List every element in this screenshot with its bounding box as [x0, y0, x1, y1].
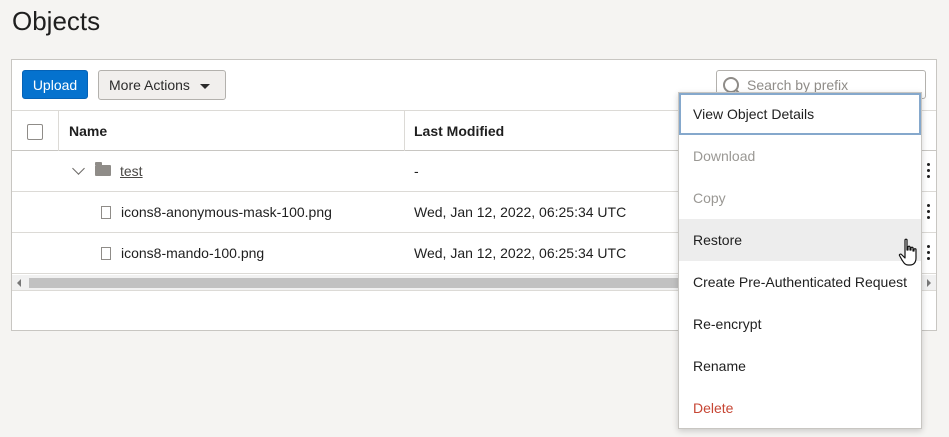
menu-item-re-encrypt[interactable]: Re-encrypt	[679, 303, 921, 345]
file-icon	[101, 247, 111, 260]
caret-down-icon	[200, 84, 210, 89]
menu-item-copy: Copy	[693, 190, 726, 206]
hand-cursor-icon	[898, 238, 917, 266]
column-divider	[58, 111, 59, 152]
menu-item-download: Download	[693, 148, 756, 164]
folder-icon	[95, 162, 111, 176]
column-divider	[404, 111, 405, 152]
last-modified-cell: -	[414, 163, 419, 179]
scrollbar-thumb[interactable]	[29, 278, 679, 288]
object-name-cell[interactable]: icons8-anonymous-mask-100.png	[121, 204, 332, 220]
search-placeholder: Search by prefix	[747, 77, 849, 93]
more-actions-button[interactable]: More Actions	[98, 70, 226, 100]
scroll-right-arrow-icon[interactable]	[927, 279, 931, 287]
folder-link[interactable]: test	[120, 163, 143, 179]
column-header-name[interactable]: Name	[69, 123, 107, 139]
row-actions-menu: View Object Details Download Copy Restor…	[678, 92, 922, 429]
kebab-menu-icon[interactable]	[927, 245, 931, 261]
menu-item-rename[interactable]: Rename	[679, 345, 921, 387]
upload-button[interactable]: Upload	[22, 70, 88, 99]
menu-item-view-object-details[interactable]: View Object Details	[679, 93, 921, 135]
menu-item-delete[interactable]: Delete	[679, 387, 921, 429]
select-all-checkbox[interactable]	[27, 124, 43, 140]
last-modified-cell: Wed, Jan 12, 2022, 06:25:34 UTC	[414, 245, 627, 261]
last-modified-cell: Wed, Jan 12, 2022, 06:25:34 UTC	[414, 204, 627, 220]
scroll-left-arrow-icon[interactable]	[17, 279, 21, 287]
menu-item-restore[interactable]: Restore	[679, 219, 921, 261]
chevron-down-icon[interactable]	[72, 162, 85, 175]
menu-item-create-par[interactable]: Create Pre-Authenticated Request	[679, 261, 921, 303]
object-name-cell[interactable]: icons8-mando-100.png	[121, 245, 264, 261]
page-title: Objects	[12, 6, 101, 36]
column-header-last-modified[interactable]: Last Modified	[414, 123, 504, 139]
kebab-menu-icon[interactable]	[927, 163, 931, 179]
search-icon	[723, 77, 739, 93]
more-actions-label: More Actions	[109, 77, 190, 93]
kebab-menu-icon[interactable]	[927, 204, 931, 220]
file-icon	[101, 206, 111, 219]
